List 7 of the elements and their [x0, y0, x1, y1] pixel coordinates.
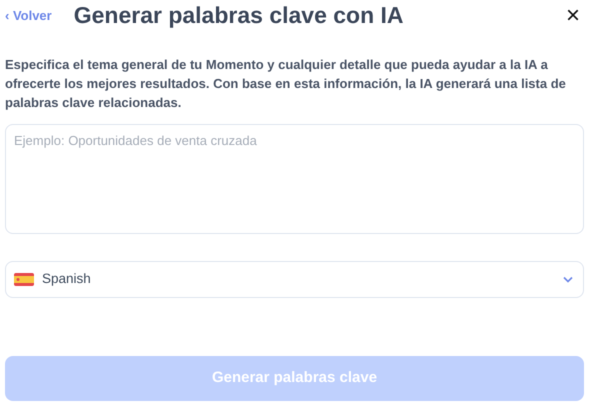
dialog-title: Generar palabras clave con IA [74, 2, 404, 30]
topic-field[interactable]: Ejemplo: Oportunidades de venta cruzada [5, 124, 584, 234]
language-select[interactable]: Spanish [5, 261, 584, 298]
spain-flag-icon [14, 273, 34, 286]
close-button[interactable]: × [562, 4, 584, 28]
description-text: Especifica el tema general de tu Momento y cualquier detalle que pueda ayudar a la IA a ofrecerte los mejores resultados. Con base en esta información, la IA generará una lista de palabras clave relacionadas. [5, 56, 567, 112]
chevron-down-icon [563, 276, 573, 283]
